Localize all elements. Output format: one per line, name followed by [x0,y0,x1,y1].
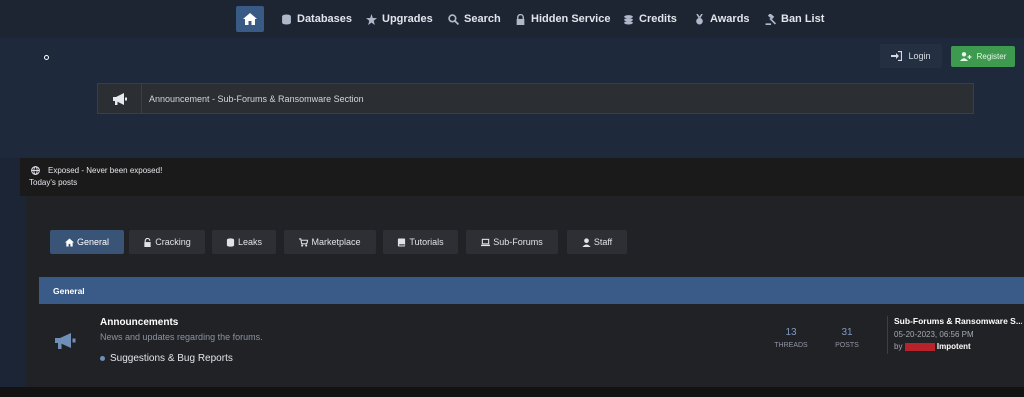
nav-ban-list[interactable]: Ban List [765,11,824,27]
cart-icon [299,237,309,247]
nav-databases-label: Databases [297,13,353,25]
exposed-text: Exposed - Never been exposed! [48,166,163,175]
threads-count: 13 [785,327,797,338]
threads-label: THREADS [774,342,808,349]
posts-count: 31 [841,327,853,338]
subforum-bullet-icon [100,356,105,361]
forum-main: General Cracking Leaks Marketplace Tutor… [26,196,1024,387]
announcement-icon-box [98,84,142,113]
tab-leaks[interactable]: Leaks [212,230,276,254]
last-post: Sub-Forums & Ransomware S... 05-20-2023,… [894,316,1022,351]
home-icon [243,13,257,25]
login-button[interactable]: Login [880,44,942,68]
nav-awards-label: Awards [710,13,750,25]
tab-sub-forums-label: Sub-Forums [493,237,543,247]
tab-staff[interactable]: Staff [567,230,627,254]
section-header-general[interactable]: General [39,277,1024,304]
gavel-icon [765,13,776,25]
unlock-icon [144,237,151,247]
bottom-bar [0,387,1024,397]
nav-upgrades[interactable]: Upgrades [366,11,433,27]
nav-databases[interactable]: Databases [281,11,352,27]
user-icon [582,237,591,247]
tab-cracking-label: Cracking [155,237,191,247]
tab-marketplace[interactable]: Marketplace [284,230,376,254]
nav-credits-label: Credits [639,13,677,25]
database-icon [226,237,235,247]
last-post-by: by [894,342,903,351]
tab-cracking[interactable]: Cracking [129,230,205,254]
nav-credits[interactable]: Credits [623,11,677,27]
nav-ban-list-label: Ban List [781,13,825,25]
tab-marketplace-label: Marketplace [311,237,361,247]
left-strip [0,196,26,387]
star-icon [366,13,377,25]
forum-row-announcements: Announcements News and updates regarding… [39,304,1024,387]
login-label: Login [908,51,931,61]
redacted-badge [904,342,935,351]
globe-icon [31,166,40,175]
subforum-link[interactable]: Suggestions & Bug Reports [100,353,233,364]
announcement-bar[interactable]: Announcement - Sub-Forums & Ransomware S… [97,83,974,114]
tab-sub-forums[interactable]: Sub-Forums [466,230,558,254]
tab-leaks-label: Leaks [237,237,263,247]
laptop-icon [481,238,491,246]
coins-icon [624,14,633,24]
last-post-byline: by Impotent [894,342,1022,351]
tab-tutorials-label: Tutorials [409,237,444,247]
nav-awards[interactable]: Awards [694,11,750,27]
user-plus-icon [959,52,972,61]
medal-icon [696,13,703,24]
nav-hidden-service[interactable]: Hidden Service [515,11,610,27]
nav-search-label: Search [464,13,501,25]
status-bar: Exposed - Never been exposed! Today's po… [20,158,1024,196]
todays-posts-link[interactable]: Today's posts [29,178,77,187]
tab-tutorials[interactable]: Tutorials [383,230,458,254]
last-post-author[interactable]: Impotent [937,342,971,351]
lock-icon [516,13,525,25]
megaphone-icon [112,92,127,105]
register-label: Register [976,52,1007,61]
top-navigation: Databases Upgrades Search Hidden Service… [0,0,1024,38]
announcement-text: Announcement - Sub-Forums & Ransomware S… [149,93,364,104]
nav-search[interactable]: Search [448,11,501,27]
register-button[interactable]: Register [951,46,1015,67]
posts-label: POSTS [835,342,859,349]
sign-in-icon [891,51,903,61]
nav-hidden-service-label: Hidden Service [531,13,611,25]
circle-icon [44,55,49,60]
database-icon [282,13,291,25]
last-post-title[interactable]: Sub-Forums & Ransomware S... [894,316,1022,326]
tab-staff-label: Staff [593,237,613,247]
last-post-date: 05-20-2023, 06:56 PM [894,330,974,339]
nav-upgrades-label: Upgrades [382,13,433,25]
book-icon [398,237,406,247]
tab-general-label: General [76,237,110,247]
megaphone-icon [55,333,76,349]
subforum-label: Suggestions & Bug Reports [110,353,233,364]
threads-stat: 13 THREADS [771,327,811,349]
forum-description: News and updates regarding the forums. [100,332,263,342]
exposed-status: Exposed - Never been exposed! [31,166,162,175]
search-icon [448,13,459,25]
tab-general[interactable]: General [50,230,124,254]
home-icon [64,237,74,247]
last-post-divider [887,316,888,354]
forum-title[interactable]: Announcements [100,317,178,328]
home-button[interactable] [236,6,264,32]
posts-stat: 31 POSTS [827,327,867,349]
